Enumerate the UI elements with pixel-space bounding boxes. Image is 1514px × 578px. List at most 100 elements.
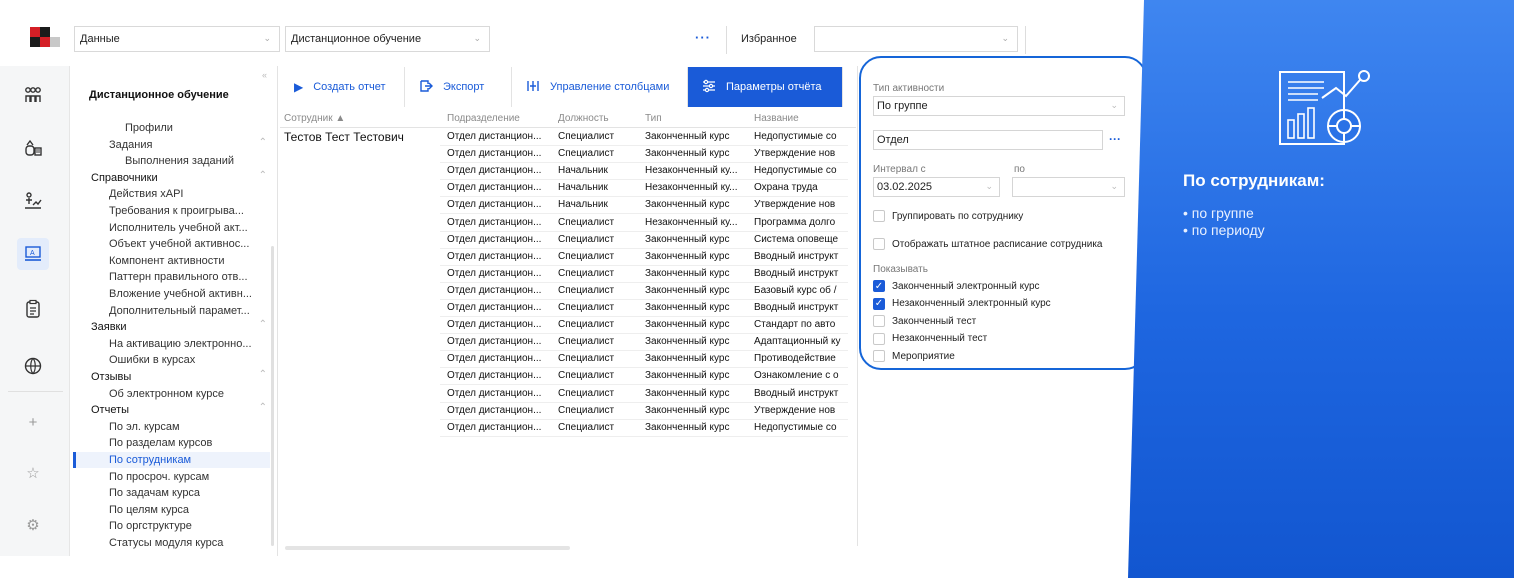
table-cell[interactable]: Отдел дистанцион... [447, 300, 555, 316]
table-cell[interactable]: Отдел дистанцион... [447, 249, 555, 265]
activity-type-select[interactable]: По группе ⌄ [873, 96, 1125, 116]
interval-to-field[interactable]: ⌄ [1012, 177, 1125, 197]
table-cell[interactable]: Законченный курс [645, 197, 752, 213]
table-cell[interactable]: Отдел дистанцион... [447, 403, 555, 419]
nav-item[interactable]: По сотрудникам [76, 452, 270, 468]
table-cell[interactable]: Специалист [558, 146, 643, 162]
nav-item[interactable]: Дополнительный парамет... [109, 303, 250, 319]
star-icon[interactable]: ☆ [22, 462, 44, 484]
show-staff-schedule-checkbox[interactable]: Отображать штатное расписание сотрудника [873, 238, 1102, 250]
nav-item[interactable]: Ошибки в курсах [109, 352, 195, 368]
table-cell[interactable]: Специалист [558, 215, 643, 231]
table-cell[interactable]: Специалист [558, 283, 643, 299]
create-report-button[interactable]: ▶ Создать отчет [280, 67, 405, 107]
table-cell[interactable]: Незаконченный ку... [645, 215, 752, 231]
nav-item[interactable]: Вложение учебной активн... [109, 286, 252, 302]
clipboard-icon[interactable] [22, 298, 44, 320]
table-cell[interactable]: Вводный инструкт [754, 300, 848, 316]
table-cell[interactable]: Законченный курс [645, 232, 752, 248]
nav-item[interactable]: Объект учебной активнос... [109, 236, 249, 252]
nav-item[interactable]: Задания [109, 137, 152, 153]
department-field[interactable]: Отдел [873, 130, 1103, 150]
table-cell[interactable]: Отдел дистанцион... [447, 129, 555, 145]
table-cell[interactable]: Законченный курс [645, 420, 752, 436]
table-cell[interactable]: Специалист [558, 129, 643, 145]
table-cell[interactable]: Отдел дистанцион... [447, 368, 555, 384]
table-cell[interactable]: Система оповеще [754, 232, 848, 248]
more-button[interactable]: ··· [695, 30, 711, 45]
nav-item[interactable]: На активацию электронно... [109, 336, 252, 352]
show-option-checkbox[interactable]: Незаконченный тест [873, 332, 987, 345]
table-cell[interactable]: Специалист [558, 249, 643, 265]
table-cell[interactable]: Стандарт по авто [754, 317, 848, 333]
table-cell[interactable]: Специалист [558, 232, 643, 248]
nav-item[interactable]: Статусы модуля курса [109, 535, 223, 551]
show-option-checkbox[interactable]: ✓ Незаконченный электронный курс [873, 297, 1051, 310]
section-select[interactable]: Данные ⌄ [74, 26, 280, 52]
column-header-employee[interactable]: Сотрудник ▲ [284, 113, 345, 124]
nav-item[interactable]: Отзывы [91, 369, 131, 385]
table-cell[interactable]: Законченный курс [645, 368, 752, 384]
table-cell[interactable]: Охрана труда [754, 180, 848, 196]
chevron-up-icon[interactable]: ⌃ [259, 319, 267, 330]
interval-from-field[interactable]: 03.02.2025 ⌄ [873, 177, 1000, 197]
table-cell[interactable]: Вводный инструкт [754, 249, 848, 265]
table-cell[interactable]: Законченный курс [645, 266, 752, 282]
chevron-up-icon[interactable]: ⌃ [259, 137, 267, 148]
table-cell[interactable]: Отдел дистанцион... [447, 215, 555, 231]
table-cell[interactable]: Начальник [558, 197, 643, 213]
table-cell[interactable]: Законченный курс [645, 351, 752, 367]
nav-item[interactable]: Требования к проигрыва... [109, 203, 244, 219]
table-cell[interactable]: Отдел дистанцион... [447, 351, 555, 367]
table-cell[interactable]: Отдел дистанцион... [447, 334, 555, 350]
table-cell[interactable]: Отдел дистанцион... [447, 283, 555, 299]
column-header-department[interactable]: Подразделение [447, 113, 520, 124]
panel-divider[interactable] [857, 66, 858, 546]
table-cell[interactable]: Вводный инструкт [754, 386, 848, 402]
nav-item[interactable]: Выполнения заданий [125, 153, 234, 169]
table-cell[interactable]: Специалист [558, 386, 643, 402]
table-cell[interactable]: Вводный инструкт [754, 266, 848, 282]
table-cell[interactable]: Законченный курс [645, 300, 752, 316]
table-cell[interactable]: Адаптационный ку [754, 334, 848, 350]
column-header-type[interactable]: Тип [645, 113, 662, 124]
table-cell[interactable]: Отдел дистанцион... [447, 317, 555, 333]
nav-item[interactable]: Компонент активности [109, 253, 224, 269]
report-params-button[interactable]: Параметры отчёта [688, 67, 843, 107]
table-cell[interactable]: Незаконченный ку... [645, 180, 752, 196]
nav-item[interactable]: Об электронном курсе [109, 386, 224, 402]
table-cell[interactable]: Отдел дистанцион... [447, 232, 555, 248]
chevron-up-icon[interactable]: ⌃ [259, 170, 267, 181]
table-cell[interactable]: Специалист [558, 420, 643, 436]
table-cell[interactable]: Законченный курс [645, 334, 752, 350]
chevron-up-icon[interactable]: ⌃ [259, 402, 267, 413]
table-cell[interactable]: Противодействие [754, 351, 848, 367]
show-option-checkbox[interactable]: Законченный тест [873, 315, 976, 327]
column-header-name[interactable]: Название [754, 113, 799, 124]
horizontal-scrollbar[interactable] [285, 546, 570, 550]
budget-icon[interactable] [22, 137, 44, 159]
employee-group-cell[interactable]: Тестов Тест Тестович [284, 130, 404, 144]
table-cell[interactable]: Законченный курс [645, 283, 752, 299]
table-cell[interactable]: Специалист [558, 300, 643, 316]
table-cell[interactable]: Утверждение нов [754, 197, 848, 213]
show-option-checkbox[interactable]: ✓ Законченный электронный курс [873, 280, 1040, 292]
table-cell[interactable]: Программа долго [754, 215, 848, 231]
table-cell[interactable]: Недопустимые со [754, 129, 848, 145]
nav-item[interactable]: По просроч. курсам [109, 469, 209, 485]
nav-item[interactable]: Исполнитель учебной акт... [109, 220, 248, 236]
nav-scrollbar[interactable] [271, 246, 274, 546]
nav-item[interactable]: Заявки [91, 319, 127, 335]
table-cell[interactable]: Отдел дистанцион... [447, 197, 555, 213]
table-cell[interactable]: Законченный курс [645, 146, 752, 162]
show-option-checkbox[interactable]: Мероприятие [873, 350, 955, 362]
table-cell[interactable]: Законченный курс [645, 129, 752, 145]
table-cell[interactable]: Законченный курс [645, 317, 752, 333]
nav-item[interactable]: Паттерн правильного отв... [109, 269, 248, 285]
collapse-icon[interactable]: « [262, 70, 267, 80]
table-cell[interactable]: Недопустимые со [754, 420, 848, 436]
column-header-position[interactable]: Должность [558, 113, 609, 124]
table-cell[interactable]: Утверждение нов [754, 403, 848, 419]
chevron-up-icon[interactable]: ⌃ [259, 369, 267, 380]
table-cell[interactable]: Специалист [558, 403, 643, 419]
